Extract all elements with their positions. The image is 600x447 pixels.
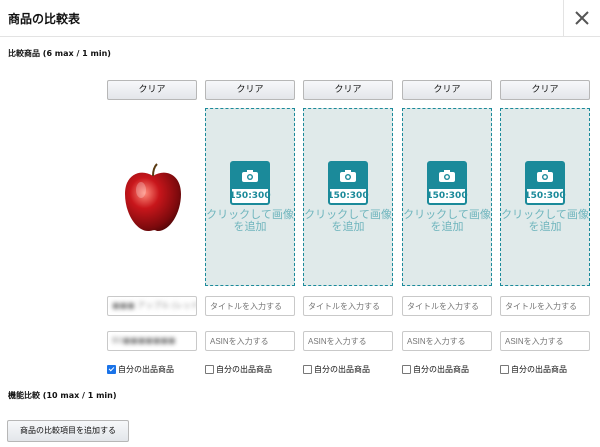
product-image-area[interactable] (107, 108, 197, 286)
features-section-label: 機能比較 (10 max / 1 min) (8, 391, 117, 400)
asin-value: B0■■■■■■■ (112, 336, 176, 345)
asin-input[interactable] (402, 331, 492, 351)
image-ratio-label: 150:300 (327, 191, 369, 201)
image-ratio-label: 150:300 (426, 191, 468, 201)
asin-input[interactable] (500, 331, 590, 351)
clear-button[interactable]: クリア (500, 80, 590, 100)
asin-input[interactable]: B0■■■■■■■ (107, 331, 197, 351)
title-value: ■■■ アップル (レッド) (112, 301, 197, 310)
own-listing-checkbox-row: 自分の出品商品 (205, 364, 272, 375)
dialog-header: 商品の比較表 (0, 0, 600, 37)
camera-icon: 150:300 (524, 161, 566, 205)
image-dropzone[interactable]: 150:300 クリックして画像を追加 (205, 108, 295, 286)
clear-button[interactable]: クリア (402, 80, 492, 100)
image-ratio-label: 150:300 (524, 191, 566, 201)
close-button[interactable] (563, 0, 600, 36)
title-input[interactable] (205, 296, 295, 316)
add-comparison-item-button[interactable]: 商品の比較項目を追加する (7, 420, 129, 442)
title-input[interactable] (500, 296, 590, 316)
own-listing-label: 自分の出品商品 (314, 365, 370, 374)
camera-icon: 150:300 (229, 161, 271, 205)
clear-button[interactable]: クリア (205, 80, 295, 100)
title-input[interactable]: ■■■ アップル (レッド) (107, 296, 197, 316)
own-listing-label: 自分の出品商品 (413, 365, 469, 374)
title-input[interactable] (303, 296, 393, 316)
title-input[interactable] (402, 296, 492, 316)
camera-icon: 150:300 (327, 161, 369, 205)
image-dropzone[interactable]: 150:300 クリックして画像を追加 (303, 108, 393, 286)
asin-input[interactable] (303, 331, 393, 351)
own-listing-checkbox[interactable] (205, 365, 214, 374)
products-section-label: 比較商品 (6 max / 1 min) (8, 49, 111, 58)
dropzone-text: クリックして画像を追加 (304, 208, 392, 233)
own-listing-label: 自分の出品商品 (511, 365, 567, 374)
camera-icon: 150:300 (426, 161, 468, 205)
clear-button[interactable]: クリア (303, 80, 393, 100)
own-listing-checkbox-row: 自分の出品商品 (303, 364, 370, 375)
close-icon[interactable] (574, 10, 590, 26)
own-listing-checkbox-row: 自分の出品商品 (402, 364, 469, 375)
dropzone-text: クリックして画像を追加 (403, 208, 491, 233)
image-dropzone[interactable]: 150:300 クリックして画像を追加 (500, 108, 590, 286)
own-listing-checkbox-row: 自分の出品商品 (500, 364, 567, 375)
image-ratio-label: 150:300 (229, 191, 271, 201)
own-listing-checkbox-row: 自分の出品商品 (107, 364, 174, 375)
own-listing-checkbox[interactable] (402, 365, 411, 374)
clear-button[interactable]: クリア (107, 80, 197, 100)
own-listing-checkbox[interactable] (303, 365, 312, 374)
own-listing-checkbox[interactable] (500, 365, 509, 374)
product-image (125, 163, 181, 232)
dialog-title: 商品の比較表 (8, 12, 81, 26)
image-dropzone[interactable]: 150:300 クリックして画像を追加 (402, 108, 492, 286)
own-listing-label: 自分の出品商品 (118, 365, 174, 374)
own-listing-checkbox[interactable] (107, 365, 116, 374)
dropzone-text: クリックして画像を追加 (501, 208, 589, 233)
asin-input[interactable] (205, 331, 295, 351)
own-listing-label: 自分の出品商品 (216, 365, 272, 374)
dropzone-text: クリックして画像を追加 (206, 208, 294, 233)
